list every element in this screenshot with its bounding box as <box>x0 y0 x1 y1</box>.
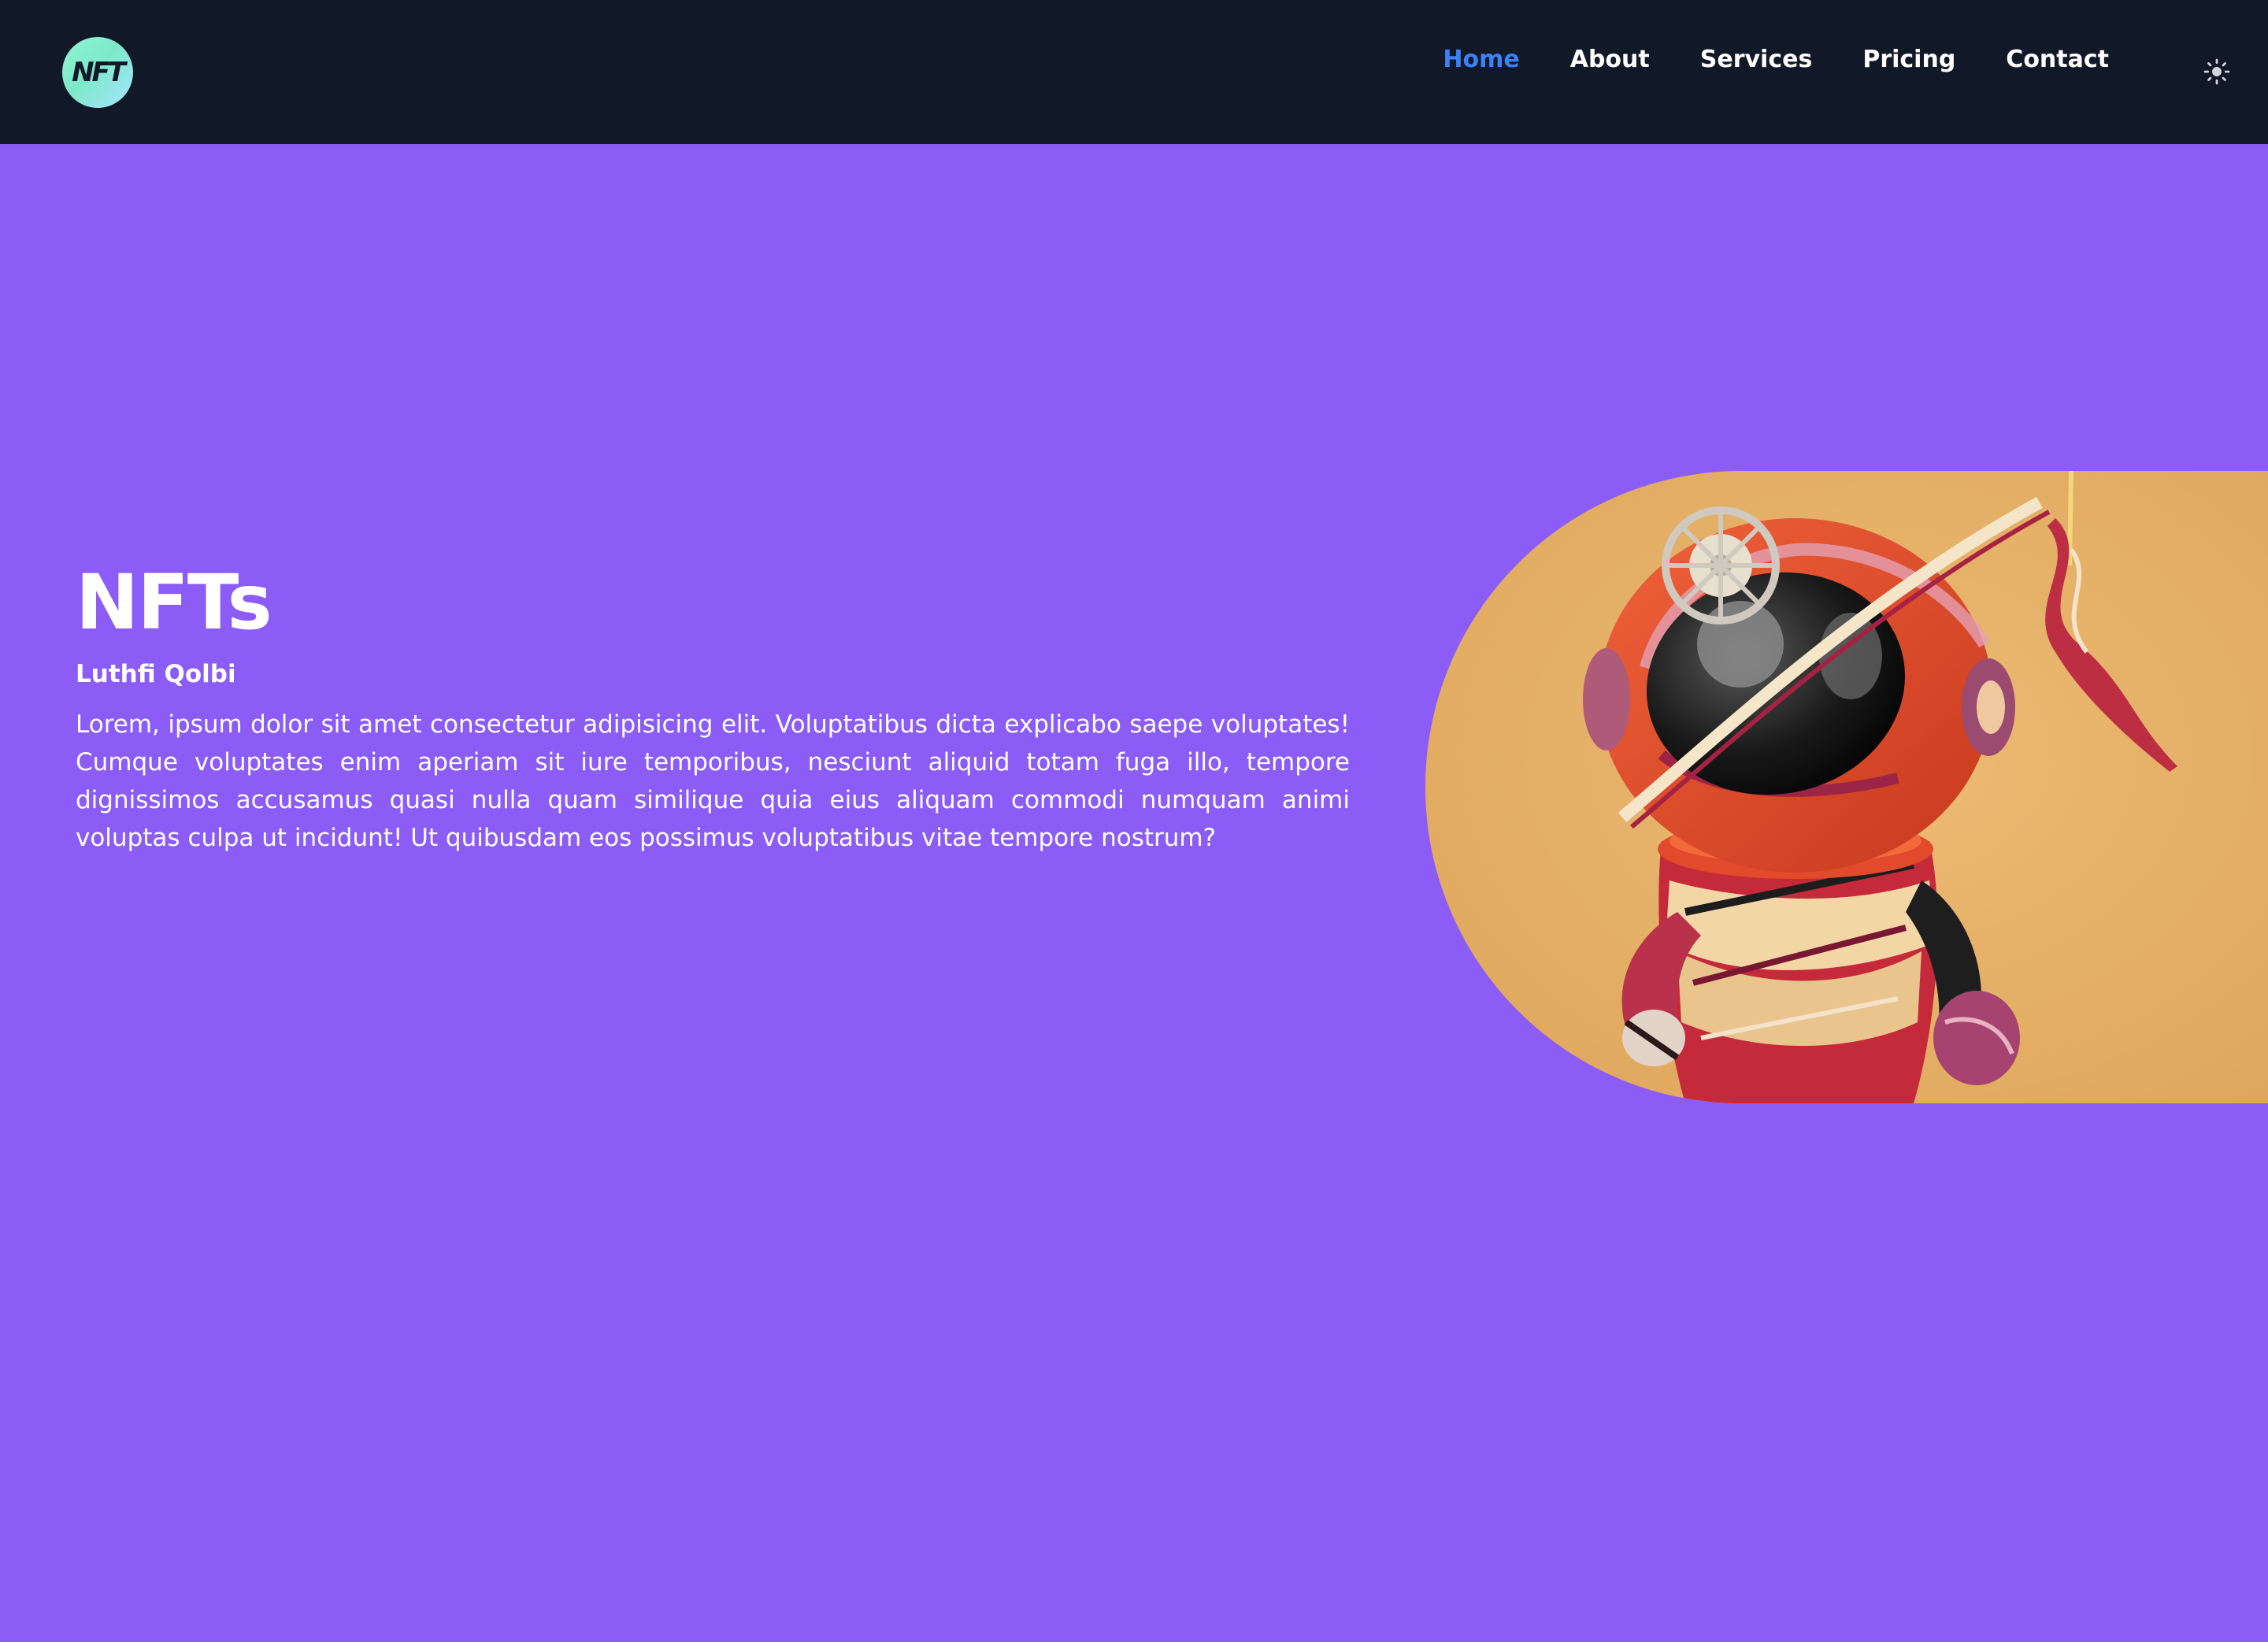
hero-image <box>1425 471 2268 1103</box>
nav-link-about[interactable]: About <box>1545 39 1675 80</box>
sun-icon <box>2203 58 2230 85</box>
astronaut-nft-illustration <box>1425 471 2268 1103</box>
nav-link-home[interactable]: Home <box>1418 39 1544 80</box>
logo[interactable]: NFT <box>62 37 133 108</box>
hero-description: Lorem, ipsum dolor sit amet consectetur … <box>76 710 1350 852</box>
hero-author: Luthfi Qolbi <box>76 660 236 688</box>
logo-text: NFT <box>72 57 126 88</box>
nav-link-services[interactable]: Services <box>1675 39 1838 80</box>
nav-links: Home About Services Pricing Contact <box>1418 39 2134 80</box>
theme-toggle-button[interactable] <box>2197 52 2236 91</box>
hero-title: NFTs <box>76 558 272 647</box>
nav-link-pricing[interactable]: Pricing <box>1837 39 1981 80</box>
navbar: NFT Home About Services Pricing Contact <box>0 0 2268 144</box>
nav-link-contact[interactable]: Contact <box>1981 39 2134 80</box>
